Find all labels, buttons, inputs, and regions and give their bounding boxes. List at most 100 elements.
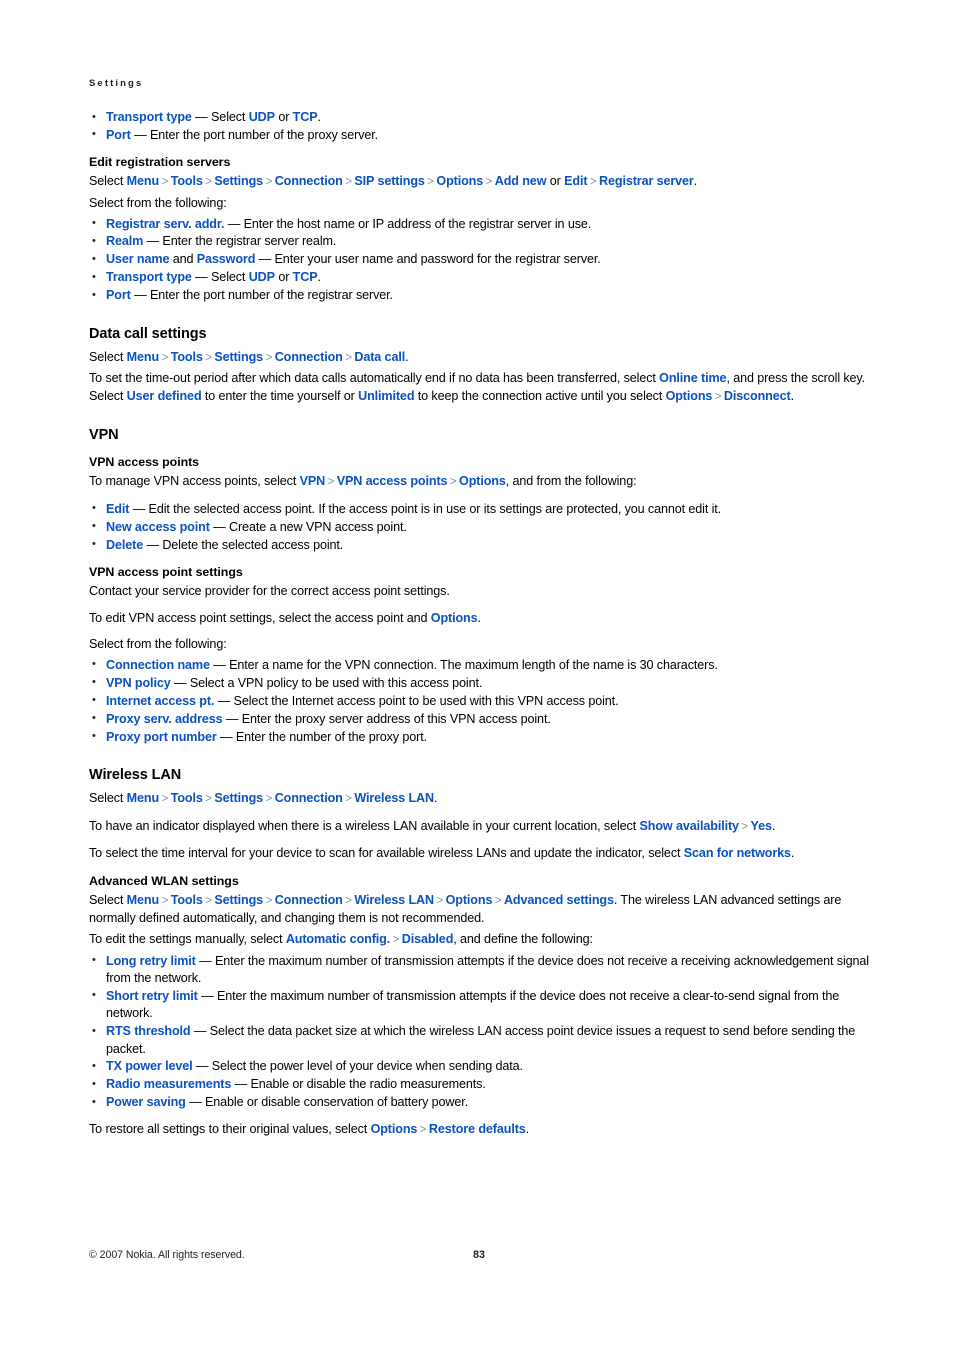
body-text: — Enter your user name and password for … bbox=[255, 252, 601, 267]
ui-reference-link[interactable]: SIP settings bbox=[354, 174, 425, 188]
ui-reference-link[interactable]: UDP bbox=[249, 270, 275, 284]
vpn-access-point-option-bullets: Edit — Edit the selected access point. I… bbox=[89, 500, 869, 554]
body-text: — Select bbox=[191, 270, 249, 285]
ui-reference-link[interactable]: Proxy port number bbox=[106, 730, 217, 744]
body-text: Select from the following: bbox=[89, 637, 227, 652]
ui-reference-link[interactable]: Connection bbox=[275, 893, 343, 907]
ui-reference-link[interactable]: Realm bbox=[106, 234, 143, 248]
breadcrumb-chevron-icon: > bbox=[205, 894, 212, 907]
body-text: Select bbox=[89, 892, 127, 907]
ui-reference-link[interactable]: Options bbox=[436, 174, 483, 188]
ui-reference-link[interactable]: Scan for networks bbox=[684, 846, 791, 860]
body-text: . bbox=[790, 388, 795, 403]
ui-reference-link[interactable]: Delete bbox=[106, 538, 143, 552]
ui-reference-link[interactable]: Radio measurements bbox=[106, 1077, 231, 1091]
list-item: Power saving — Enable or disable conserv… bbox=[89, 1094, 869, 1112]
ui-reference-link[interactable]: Tools bbox=[171, 893, 203, 907]
ui-reference-link[interactable]: Registrar serv. addr. bbox=[106, 217, 224, 231]
body-text: Select from the following: bbox=[89, 195, 227, 210]
breadcrumb-chevron-icon: > bbox=[741, 820, 749, 833]
ui-reference-link[interactable]: Menu bbox=[127, 791, 160, 805]
ui-reference-link[interactable]: Internet access pt. bbox=[106, 694, 214, 708]
ui-reference-link[interactable]: TCP bbox=[293, 110, 318, 124]
ui-reference-link[interactable]: Advanced settings bbox=[504, 893, 614, 907]
ui-reference-link[interactable]: Short retry limit bbox=[106, 989, 198, 1003]
body-text: — Edit the selected access point. If the… bbox=[129, 501, 722, 516]
ui-reference-link[interactable]: Tools bbox=[171, 791, 203, 805]
breadcrumb-chevron-icon: > bbox=[494, 894, 502, 907]
ui-reference-link[interactable]: Edit bbox=[106, 502, 129, 516]
ui-reference-link[interactable]: Port bbox=[106, 128, 131, 142]
breadcrumb-chevron-icon: > bbox=[449, 476, 457, 489]
body-text: — Enable or disable conservation of batt… bbox=[185, 1095, 469, 1110]
heading-data-call-settings: Data call settings bbox=[89, 325, 207, 342]
ui-reference-link[interactable]: User name bbox=[106, 252, 169, 266]
breadcrumb-chevron-icon: > bbox=[161, 894, 169, 907]
ui-reference-link[interactable]: Tools bbox=[171, 174, 203, 188]
ui-reference-link[interactable]: Online time bbox=[659, 371, 726, 385]
ui-reference-link[interactable]: VPN bbox=[300, 474, 326, 488]
ui-reference-link[interactable]: Options bbox=[666, 389, 713, 403]
ui-reference-link[interactable]: TCP bbox=[293, 270, 318, 284]
breadcrumb-chevron-icon: > bbox=[345, 176, 352, 189]
ui-reference-link[interactable]: Disabled bbox=[402, 932, 454, 946]
ui-reference-link[interactable]: Menu bbox=[127, 350, 160, 364]
breadcrumb-chevron-icon: > bbox=[161, 351, 169, 364]
ui-reference-link[interactable]: Long retry limit bbox=[106, 954, 196, 968]
breadcrumb-chevron-icon: > bbox=[345, 894, 352, 907]
ui-reference-link[interactable]: Transport type bbox=[106, 270, 192, 284]
ui-reference-link[interactable]: Data call bbox=[354, 350, 405, 364]
body-text: or bbox=[546, 174, 565, 189]
ui-reference-link[interactable]: Settings bbox=[214, 791, 263, 805]
ui-reference-link[interactable]: Menu bbox=[127, 174, 160, 188]
ui-reference-link[interactable]: UDP bbox=[249, 110, 275, 124]
ui-reference-link[interactable]: Connection bbox=[275, 350, 343, 364]
ui-reference-link[interactable]: Options bbox=[459, 474, 506, 488]
ui-reference-link[interactable]: Unlimited bbox=[358, 389, 414, 403]
ui-reference-link[interactable]: Transport type bbox=[106, 110, 192, 124]
ui-reference-link[interactable]: Proxy serv. address bbox=[106, 712, 223, 726]
ui-reference-link[interactable]: Options bbox=[431, 611, 478, 625]
breadcrumb-chevron-icon: > bbox=[265, 176, 273, 189]
ui-reference-link[interactable]: RTS threshold bbox=[106, 1024, 191, 1038]
paragraph-edit-vpn-access-point-settings: To edit VPN access point settings, selec… bbox=[89, 610, 869, 628]
ui-reference-link[interactable]: Power saving bbox=[106, 1095, 186, 1109]
ui-reference-link[interactable]: Connection bbox=[275, 174, 343, 188]
ui-reference-link[interactable]: Connection name bbox=[106, 658, 210, 672]
ui-reference-link[interactable]: Registrar server bbox=[599, 174, 694, 188]
ui-reference-link[interactable]: Connection bbox=[275, 791, 343, 805]
breadcrumb-chevron-icon: > bbox=[714, 390, 722, 403]
ui-reference-link[interactable]: TX power level bbox=[106, 1059, 193, 1073]
ui-reference-link[interactable]: Menu bbox=[127, 893, 160, 907]
ui-reference-link[interactable]: User defined bbox=[127, 389, 202, 403]
ui-reference-link[interactable]: New access point bbox=[106, 520, 210, 534]
ui-reference-link[interactable]: Settings bbox=[214, 350, 263, 364]
body-text: To select the time interval for your dev… bbox=[89, 846, 684, 861]
list-item: Delete — Delete the selected access poin… bbox=[89, 536, 869, 554]
body-text: . bbox=[790, 846, 795, 861]
body-text: — Select the power level of your device … bbox=[192, 1059, 523, 1074]
ui-reference-link[interactable]: Password bbox=[197, 252, 256, 266]
ui-reference-link[interactable]: VPN policy bbox=[106, 676, 171, 690]
ui-reference-link[interactable]: Settings bbox=[214, 174, 263, 188]
ui-reference-link[interactable]: Wireless LAN bbox=[354, 893, 434, 907]
ui-reference-link[interactable]: Tools bbox=[171, 350, 203, 364]
ui-reference-link[interactable]: Automatic config. bbox=[286, 932, 390, 946]
ui-reference-link[interactable]: Restore defaults bbox=[429, 1122, 526, 1136]
ui-reference-link[interactable]: Options bbox=[371, 1122, 418, 1136]
ui-reference-link[interactable]: Options bbox=[446, 893, 493, 907]
paragraph-advanced-settings-path: Select Menu > Tools > Settings > Connection > Wi… bbox=[89, 892, 869, 928]
ui-reference-link[interactable]: Add new bbox=[495, 174, 547, 188]
body-text: . bbox=[477, 610, 482, 625]
ui-reference-link[interactable]: Settings bbox=[214, 893, 263, 907]
ui-reference-link[interactable]: Wireless LAN bbox=[354, 791, 434, 805]
ui-reference-link[interactable]: Edit bbox=[564, 174, 587, 188]
ui-reference-link[interactable]: Port bbox=[106, 288, 131, 302]
breadcrumb-chevron-icon: > bbox=[589, 176, 597, 189]
ui-reference-link[interactable]: Show availability bbox=[639, 819, 739, 833]
ui-reference-link[interactable]: VPN access points bbox=[337, 474, 448, 488]
list-item: Long retry limit — Enter the maximum num… bbox=[89, 952, 869, 988]
ui-reference-link[interactable]: Yes bbox=[751, 819, 772, 833]
ui-reference-link[interactable]: Disconnect bbox=[724, 389, 791, 403]
body-text: — Select the Internet access point to be… bbox=[214, 693, 619, 708]
